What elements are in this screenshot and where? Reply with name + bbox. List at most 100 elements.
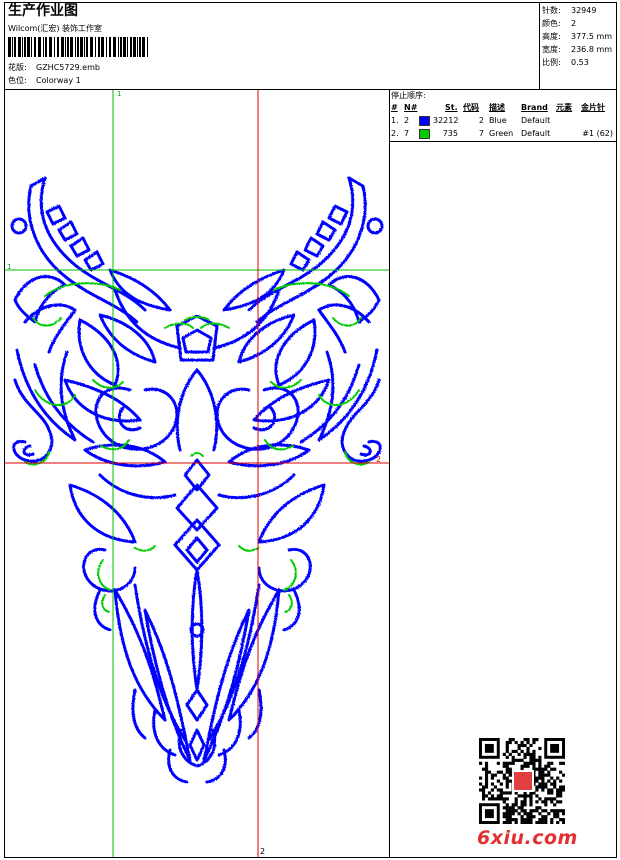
qr-module — [541, 767, 545, 771]
qr-module — [505, 809, 509, 813]
barcode-bar — [147, 37, 148, 57]
qr-module — [523, 752, 527, 756]
qr-module — [523, 818, 527, 822]
col-sequin: 金片针 — [581, 103, 605, 112]
qr-module — [559, 791, 563, 795]
qr-module — [479, 761, 483, 765]
row2-needle: 7 — [404, 129, 410, 138]
qr-module — [550, 767, 554, 771]
qr-module — [508, 738, 512, 742]
qr-module — [547, 788, 551, 792]
qr-module — [556, 800, 560, 804]
qr-module — [481, 797, 486, 801]
qr-module — [532, 755, 536, 759]
qr-module — [544, 767, 548, 771]
qr-module — [559, 779, 563, 783]
qr-module — [511, 738, 515, 742]
qr-module — [535, 738, 539, 742]
embroidery-design — [5, 90, 389, 857]
barcode-bar — [49, 37, 52, 57]
qr-module — [541, 821, 545, 825]
barcode-bar — [127, 37, 128, 57]
qr-module — [499, 788, 503, 792]
qr-module — [547, 764, 551, 768]
qr-module — [514, 800, 518, 804]
col-hash: # — [391, 103, 398, 112]
barcode-bar — [106, 37, 107, 57]
qr-module — [490, 794, 495, 798]
row1-needle: 2 — [404, 116, 410, 125]
barcode-bar — [61, 37, 64, 57]
qr-module — [535, 800, 539, 804]
qr-module — [505, 740, 509, 745]
qr-module — [526, 821, 530, 825]
qr-module — [544, 818, 548, 822]
qr-module — [562, 821, 566, 825]
qr-module — [538, 758, 542, 762]
qr-module — [523, 800, 527, 804]
qr-module — [553, 815, 557, 819]
qr-module — [526, 812, 530, 816]
barcode-bar — [24, 37, 26, 57]
qr-module — [514, 749, 518, 754]
green-vertical-guide-label: 1 — [117, 90, 122, 98]
qr-module — [556, 812, 560, 816]
qr-module — [520, 818, 524, 822]
qr-module — [514, 797, 518, 801]
qr-module — [508, 815, 512, 819]
qr-module — [487, 770, 492, 774]
qr-module — [523, 761, 527, 765]
row1-color-swatch — [419, 116, 430, 126]
qr-module — [520, 809, 524, 813]
barcode-bar — [45, 37, 47, 57]
qr-module — [526, 740, 530, 745]
qr-module — [535, 788, 539, 792]
qr-module — [541, 818, 545, 822]
stitches-label: 针数: — [542, 6, 561, 15]
qr-module — [523, 797, 527, 801]
qr-module — [511, 812, 515, 816]
qr-module — [553, 812, 557, 816]
barcode-bar — [84, 37, 85, 57]
qr-module — [502, 800, 506, 804]
qr-module — [538, 797, 542, 801]
scale-label: 比例: — [542, 58, 561, 67]
qr-module — [511, 749, 515, 754]
barcode-bar — [18, 37, 21, 57]
qr-module — [544, 764, 548, 768]
qr-module — [490, 773, 495, 777]
qr-module — [562, 809, 566, 813]
qr-module — [484, 773, 489, 777]
qr-module — [511, 803, 515, 807]
qr-finder — [550, 743, 560, 753]
qr-module — [535, 806, 539, 810]
row2-stitches: 735 — [442, 129, 458, 138]
qr-module — [523, 821, 527, 825]
qr-module — [499, 794, 503, 798]
stop-sequence-header-line — [389, 141, 617, 142]
qr-finder — [484, 743, 494, 753]
qr-module — [538, 764, 542, 768]
barcode-bar — [109, 37, 111, 57]
row1-stitches: 32212 — [433, 116, 459, 125]
qr-module — [556, 791, 560, 795]
qr-module — [505, 791, 509, 795]
qr-module — [535, 821, 539, 825]
col-needle: N# — [404, 103, 418, 112]
qr-module — [526, 752, 530, 756]
qr-module — [502, 791, 506, 795]
qr-module — [496, 788, 500, 792]
qr-module — [484, 779, 489, 783]
qr-module — [556, 776, 560, 780]
qr-module — [526, 818, 530, 822]
stitches-value: 32949 — [571, 6, 597, 15]
qr-module — [532, 758, 536, 762]
qr-module — [532, 749, 536, 754]
qr-module — [550, 800, 554, 804]
qr-module — [505, 776, 509, 780]
qr-module — [526, 815, 530, 819]
qr-module — [490, 776, 495, 780]
qr-module — [514, 740, 518, 745]
qr-module — [523, 809, 527, 813]
barcode-bar — [86, 37, 88, 57]
